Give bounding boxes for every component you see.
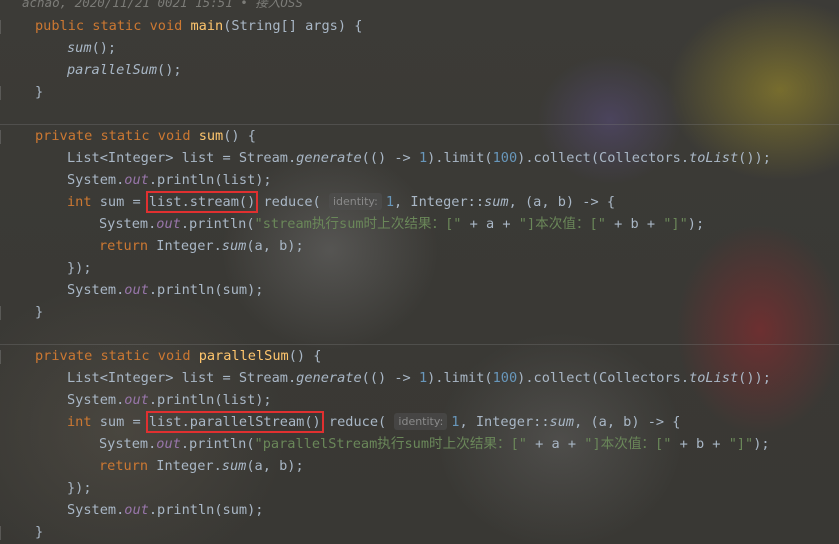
code-line[interactable]: } <box>35 81 43 103</box>
code-line[interactable]: sum(); <box>67 37 116 59</box>
code-line[interactable]: System.out.println(list); <box>67 389 272 411</box>
code-line[interactable]: return Integer.sum(a, b); <box>99 455 304 477</box>
code-line[interactable]: parallelSum(); <box>67 59 182 81</box>
code-line[interactable]: } <box>35 301 43 323</box>
code-line[interactable]: } <box>35 521 43 543</box>
fold-marker[interactable] <box>0 350 7 364</box>
code-editor[interactable]: achao, 2020/11/21 0021 15:51 • 接入OSS pub… <box>0 0 839 544</box>
code-line[interactable]: }); <box>67 477 92 499</box>
highlight-box-stream: list.stream() <box>145 191 259 213</box>
code-line[interactable]: System.out.println(list); <box>67 169 272 191</box>
code-line[interactable]: System.out.println("parallelStream执行sum时… <box>99 433 770 455</box>
code-line[interactable]: private static void sum() { <box>35 125 256 147</box>
fold-marker[interactable] <box>0 130 7 144</box>
code-line[interactable]: System.out.println(sum); <box>67 499 263 521</box>
code-line[interactable]: private static void parallelSum() { <box>35 345 321 367</box>
fold-marker[interactable] <box>0 306 7 320</box>
code-line[interactable]: List<Integer> list = Stream.generate(() … <box>67 147 771 169</box>
code-line[interactable]: System.out.println("stream执行sum时上次结果：[" … <box>99 213 704 235</box>
code-line[interactable]: List<Integer> list = Stream.generate(() … <box>67 367 771 389</box>
fold-marker[interactable] <box>0 526 7 540</box>
code-line[interactable]: return Integer.sum(a, b); <box>99 235 304 257</box>
code-line[interactable]: }); <box>67 257 92 279</box>
code-line[interactable]: int sum = list.stream() reduce( identity… <box>67 191 615 213</box>
parameter-hint: identity: <box>328 193 382 210</box>
fold-marker[interactable] <box>0 20 7 34</box>
git-blame-annotation: achao, 2020/11/21 0021 15:51 • 接入OSS <box>22 0 303 10</box>
fold-marker[interactable] <box>0 86 7 100</box>
parameter-hint: identity: <box>394 413 448 430</box>
code-line[interactable]: public static void main(String[] args) { <box>35 15 362 37</box>
code-line[interactable]: int sum = list.parallelStream() reduce( … <box>67 411 680 433</box>
highlight-box-parallel-stream: list.parallelStream() <box>145 411 324 433</box>
code-line[interactable]: System.out.println(sum); <box>67 279 263 301</box>
